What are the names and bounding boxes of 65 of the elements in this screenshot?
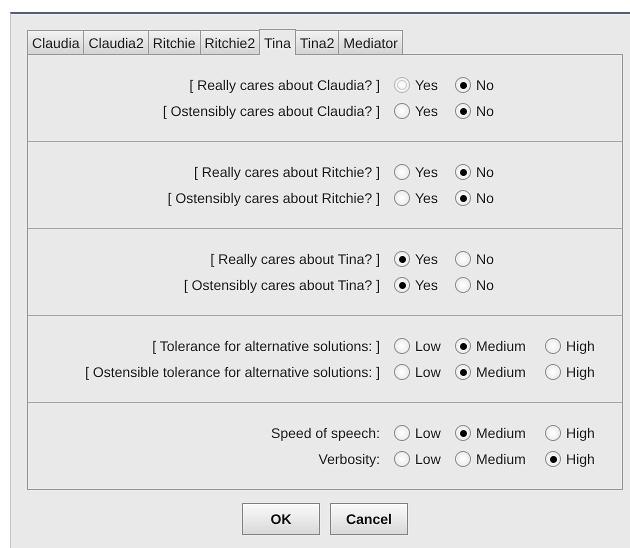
radio-button[interactable] xyxy=(545,364,561,380)
radio-button[interactable] xyxy=(545,451,561,467)
tab[interactable]: Claudia xyxy=(27,30,84,54)
dialog-button[interactable]: Cancel xyxy=(330,503,408,535)
question-label: [ Tolerance for alternative solutions: ] xyxy=(151,338,381,354)
radio-option[interactable]: No xyxy=(455,103,545,119)
radio-button[interactable] xyxy=(455,77,471,93)
question-label: [ Really cares about Tina? ] xyxy=(209,251,381,267)
question-label: [ Ostensibly cares about Ritchie? ] xyxy=(166,190,381,206)
radio-button[interactable] xyxy=(394,277,410,293)
radio-option[interactable]: Yes xyxy=(394,103,455,119)
radio-button[interactable] xyxy=(455,425,471,441)
radio-button[interactable] xyxy=(394,164,410,180)
radio-option[interactable]: Medium xyxy=(455,338,545,354)
radio-button[interactable] xyxy=(455,338,471,354)
tab[interactable]: Ritchie2 xyxy=(200,30,260,54)
radio-option[interactable]: Medium xyxy=(455,364,545,380)
tab[interactable]: Tina xyxy=(259,29,296,55)
radio-option[interactable]: High xyxy=(545,364,595,380)
radio-button[interactable] xyxy=(394,103,410,119)
question-label: Verbosity: xyxy=(318,451,381,467)
radio-option[interactable]: No xyxy=(455,251,545,267)
radio-option[interactable]: Yes xyxy=(394,164,455,180)
radio-option[interactable]: No xyxy=(455,190,545,206)
radio-option[interactable]: Medium xyxy=(455,425,545,441)
radio-option[interactable]: No xyxy=(455,77,545,93)
radio-option[interactable]: Yes xyxy=(394,277,455,293)
radio-option[interactable]: No xyxy=(455,164,545,180)
radio-button[interactable] xyxy=(455,164,471,180)
tab[interactable]: Mediator xyxy=(338,30,403,54)
tab[interactable]: Ritchie xyxy=(148,30,201,54)
tab[interactable]: Claudia2 xyxy=(83,30,149,54)
radio-button[interactable] xyxy=(394,251,410,267)
radio-button[interactable] xyxy=(455,277,471,293)
radio-button[interactable] xyxy=(394,425,410,441)
question-label: [ Ostensible tolerance for alternative solutions: ] xyxy=(84,364,381,380)
radio-button[interactable] xyxy=(455,190,471,206)
question-label: [ Really cares about Ritchie? ] xyxy=(193,164,381,180)
radio-button[interactable] xyxy=(394,338,410,354)
radio-option[interactable]: Yes xyxy=(394,190,455,206)
tab[interactable]: Tina2 xyxy=(294,30,340,54)
radio-button[interactable] xyxy=(455,451,471,467)
radio-option[interactable]: Low xyxy=(394,364,455,380)
dialog-button[interactable]: OK xyxy=(242,503,320,535)
question-label: [ Ostensibly cares about Claudia? ] xyxy=(162,103,381,119)
radio-button[interactable] xyxy=(455,103,471,119)
radio-button[interactable] xyxy=(394,190,410,206)
radio-option[interactable]: No xyxy=(455,277,545,293)
radio-button[interactable] xyxy=(394,451,410,467)
radio-option[interactable]: Low xyxy=(394,451,455,467)
question-label: Speed of speech: xyxy=(270,425,381,441)
question-label: [ Ostensibly cares about Tina? ] xyxy=(182,277,381,293)
radio-option[interactable]: Low xyxy=(394,338,455,354)
radio-option[interactable]: Yes xyxy=(394,251,455,267)
radio-button[interactable] xyxy=(455,364,471,380)
radio-button[interactable] xyxy=(394,364,410,380)
radio-button[interactable] xyxy=(455,251,471,267)
radio-option[interactable]: Medium xyxy=(455,451,545,467)
question-label: [ Really cares about Claudia? ] xyxy=(188,77,381,93)
radio-option[interactable]: Low xyxy=(394,425,455,441)
radio-option[interactable]: High xyxy=(545,451,595,467)
radio-option[interactable]: High xyxy=(545,425,595,441)
radio-button[interactable] xyxy=(545,425,561,441)
radio-option[interactable]: High xyxy=(545,338,595,354)
radio-button[interactable] xyxy=(545,338,561,354)
